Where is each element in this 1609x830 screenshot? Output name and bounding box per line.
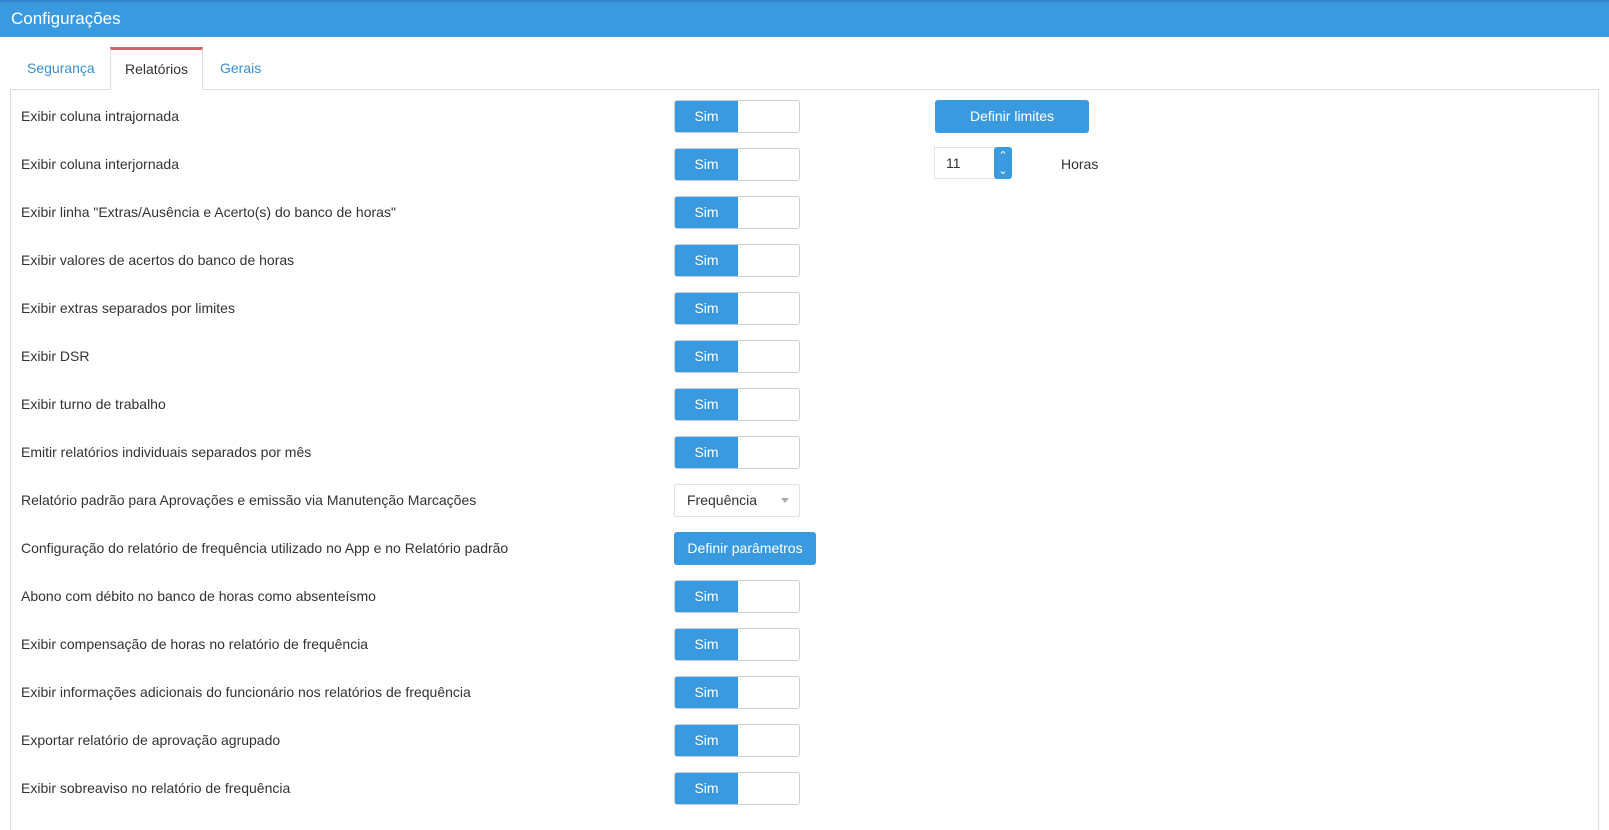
setting-row-extras-ausencia: Exibir linha "Extras/Ausência e Acerto(s… xyxy=(11,188,1598,236)
toggle-on-label: Sim xyxy=(675,629,738,660)
page-title: Configurações xyxy=(11,9,121,28)
toggle-switch[interactable]: Sim xyxy=(674,436,800,469)
setting-row-interjornada: Exibir coluna interjornada Sim 11 ⌃ ⌄ Ho… xyxy=(11,140,1598,188)
toggle-on-label: Sim xyxy=(675,773,738,804)
setting-row-individuais-mes: Emitir relatórios individuais separados … xyxy=(11,428,1598,476)
setting-label: Configuração do relatório de frequência … xyxy=(21,540,509,556)
toggle-on-label: Sim xyxy=(675,725,738,756)
toggle-on-label: Sim xyxy=(675,293,738,324)
setting-label: Exibir extras separados por limites xyxy=(21,300,235,316)
toggle-switch[interactable]: Sim xyxy=(674,292,800,325)
toggle-on-label: Sim xyxy=(675,581,738,612)
setting-row-sobreaviso: Exibir sobreaviso no relatório de frequê… xyxy=(11,764,1598,812)
tab-gerais[interactable]: Gerais xyxy=(203,47,283,89)
setting-row-dsr: Exibir DSR Sim xyxy=(11,332,1598,380)
settings-panel: Exibir coluna intrajornada Sim Definir l… xyxy=(10,90,1599,830)
page-header: Configurações xyxy=(0,0,1609,37)
toggle-switch[interactable]: Sim xyxy=(674,340,800,373)
setting-label: Exibir turno de trabalho xyxy=(21,396,166,412)
setting-row-turno: Exibir turno de trabalho Sim xyxy=(11,380,1598,428)
setting-row-compensacao: Exibir compensação de horas no relatório… xyxy=(11,620,1598,668)
define-parameters-button[interactable]: Definir parâmetros xyxy=(674,532,816,565)
hours-unit-label: Horas xyxy=(1061,156,1099,172)
toggle-on-label: Sim xyxy=(675,341,738,372)
toggle-on-label: Sim xyxy=(675,245,738,276)
hours-input[interactable]: 11 xyxy=(934,147,996,179)
chevron-up-icon[interactable]: ⌃ xyxy=(994,148,1012,164)
setting-label: Relatório padrão para Aprovações e emiss… xyxy=(21,492,477,508)
caret-down-icon xyxy=(781,498,789,503)
setting-label: Exibir compensação de horas no relatório… xyxy=(21,636,369,652)
toggle-switch[interactable]: Sim xyxy=(674,100,800,133)
tab-seguranca[interactable]: Segurança xyxy=(10,47,110,89)
setting-label: Exibir sobreaviso no relatório de frequê… xyxy=(21,780,291,796)
select-value: Frequência xyxy=(687,492,758,508)
setting-row-intrajornada: Exibir coluna intrajornada Sim Definir l… xyxy=(11,92,1598,140)
setting-label: Exibir DSR xyxy=(21,348,90,364)
setting-label: Exibir valores de acertos do banco de ho… xyxy=(21,252,295,268)
toggle-switch[interactable]: Sim xyxy=(674,580,800,613)
toggle-switch[interactable]: Sim xyxy=(674,772,800,805)
hours-spinner[interactable]: ⌃ ⌄ xyxy=(994,147,1012,179)
setting-row-configuracao-frequencia: Configuração do relatório de frequência … xyxy=(11,524,1598,572)
define-limits-button[interactable]: Definir limites xyxy=(935,100,1089,133)
tab-bar: Segurança Relatórios Gerais xyxy=(10,37,1599,90)
toggle-on-label: Sim xyxy=(675,389,738,420)
setting-label: Emitir relatórios individuais separados … xyxy=(21,444,312,460)
toggle-switch[interactable]: Sim xyxy=(674,628,800,661)
toggle-switch[interactable]: Sim xyxy=(674,244,800,277)
toggle-on-label: Sim xyxy=(675,149,738,180)
toggle-switch[interactable]: Sim xyxy=(674,196,800,229)
setting-row-acertos: Exibir valores de acertos do banco de ho… xyxy=(11,236,1598,284)
setting-label: Exibir coluna interjornada xyxy=(21,156,179,172)
toggle-switch[interactable]: Sim xyxy=(674,148,800,181)
report-type-select[interactable]: Frequência xyxy=(674,484,800,517)
toggle-switch[interactable]: Sim xyxy=(674,676,800,709)
setting-label: Abono com débito no banco de horas como … xyxy=(21,588,376,604)
toggle-on-label: Sim xyxy=(675,101,738,132)
setting-row-exportar-agrupado: Exportar relatório de aprovação agrupado… xyxy=(11,716,1598,764)
setting-row-relatorio-padrao: Relatório padrão para Aprovações e emiss… xyxy=(11,476,1598,524)
setting-label: Exportar relatório de aprovação agrupado xyxy=(21,732,281,748)
setting-label: Exibir informações adicionais do funcion… xyxy=(21,684,471,700)
tab-relatorios[interactable]: Relatórios xyxy=(110,47,203,90)
toggle-switch[interactable]: Sim xyxy=(674,724,800,757)
setting-row-extras-limites: Exibir extras separados por limites Sim xyxy=(11,284,1598,332)
chevron-down-icon[interactable]: ⌄ xyxy=(994,163,1012,179)
toggle-switch[interactable]: Sim xyxy=(674,388,800,421)
setting-label: Exibir coluna intrajornada xyxy=(21,108,179,124)
toggle-on-label: Sim xyxy=(675,677,738,708)
toggle-on-label: Sim xyxy=(675,437,738,468)
setting-row-abono: Abono com débito no banco de horas como … xyxy=(11,572,1598,620)
toggle-on-label: Sim xyxy=(675,197,738,228)
setting-row-informacoes-adicionais: Exibir informações adicionais do funcion… xyxy=(11,668,1598,716)
setting-label: Exibir linha "Extras/Ausência e Acerto(s… xyxy=(21,204,396,220)
